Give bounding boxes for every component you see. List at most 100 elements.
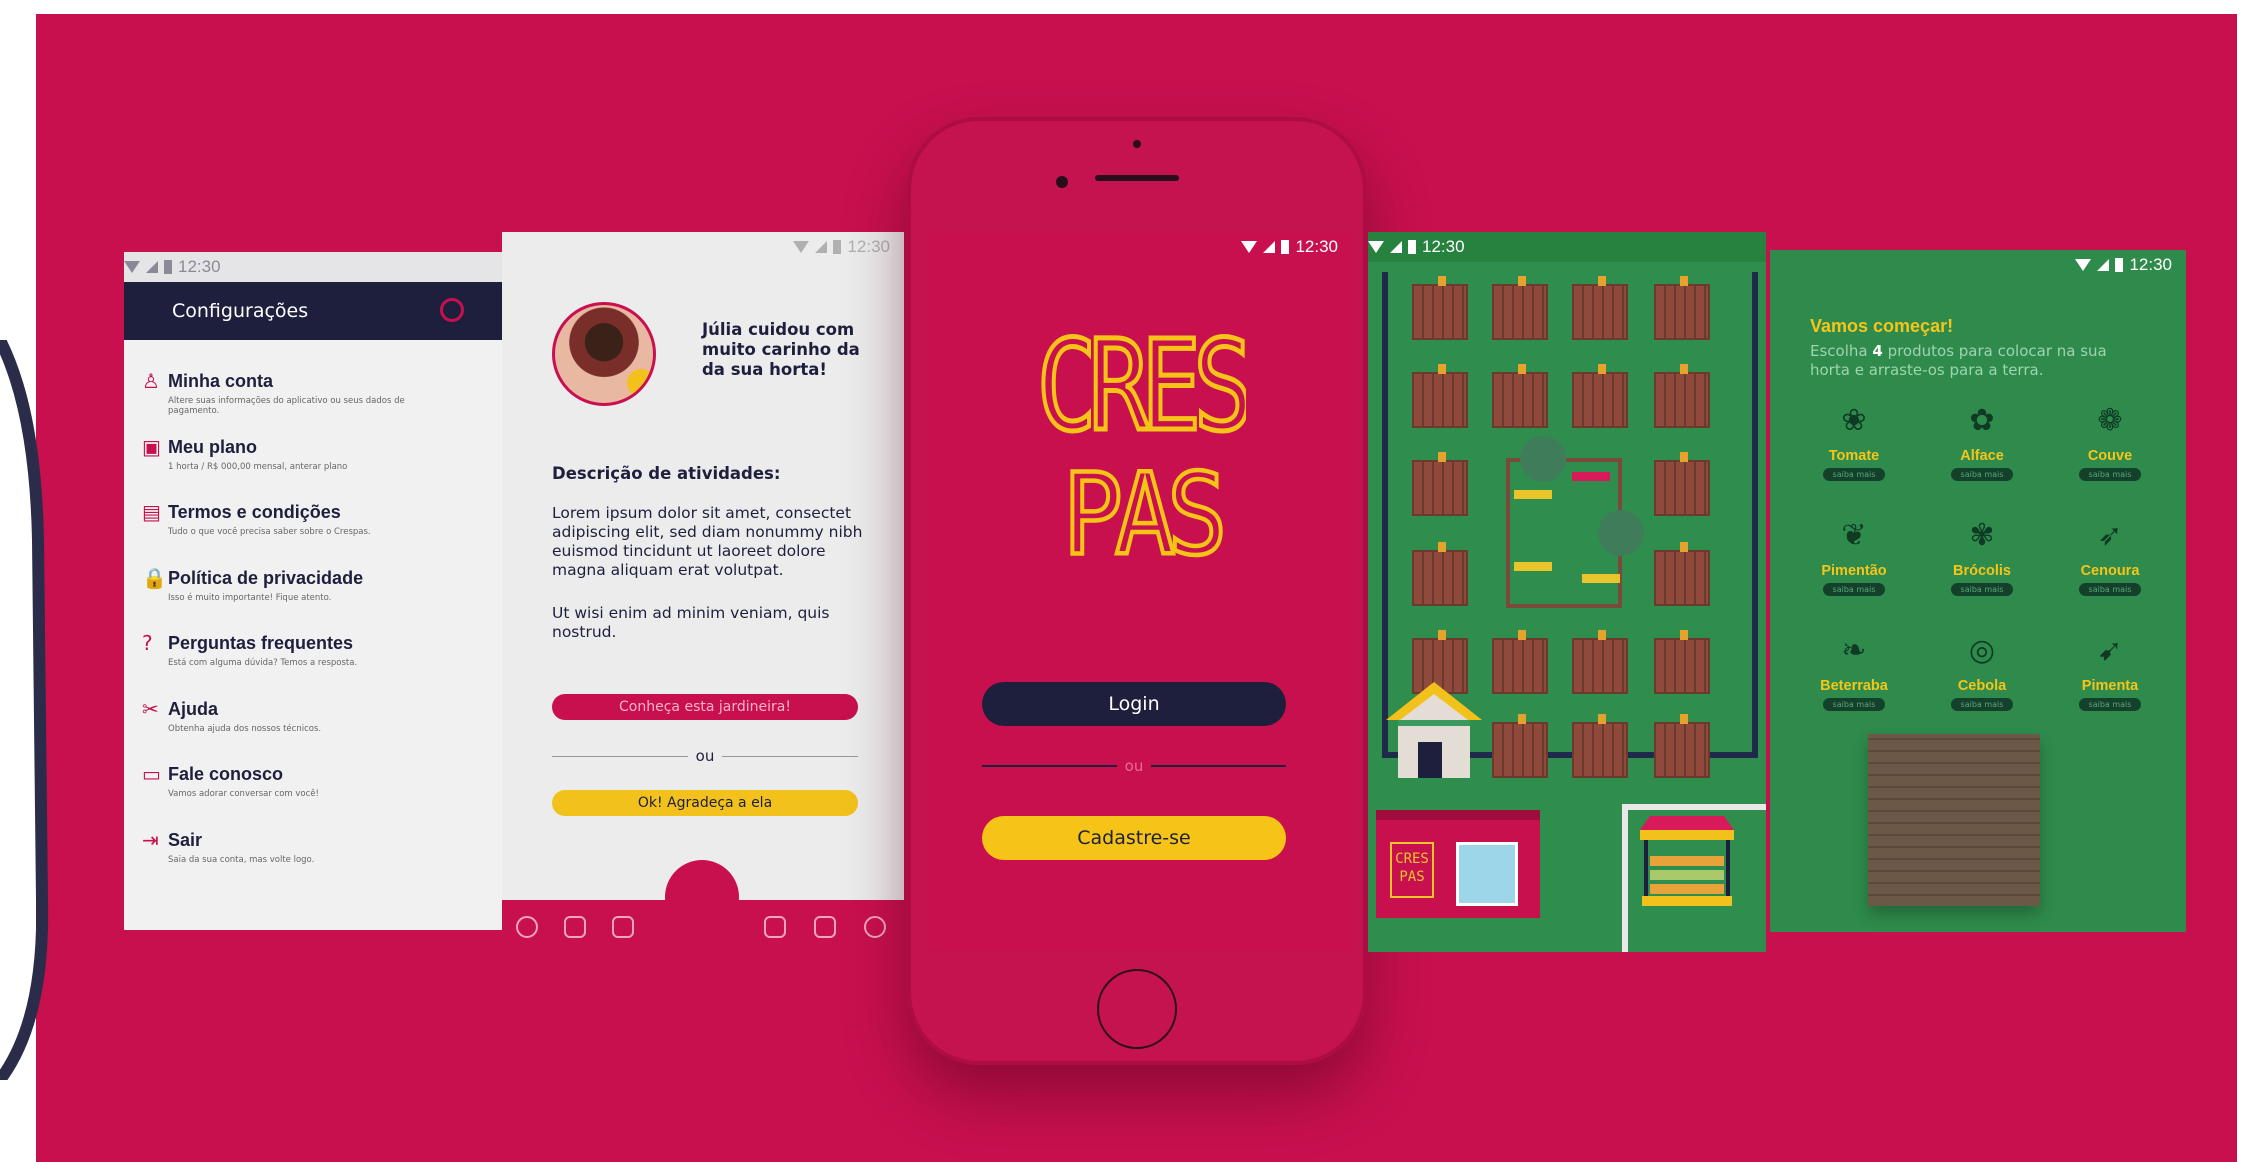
garden-bed[interactable] <box>1492 276 1548 340</box>
bell-icon[interactable] <box>764 916 786 938</box>
settings-item-title: Sair <box>168 829 203 850</box>
calendar-icon[interactable] <box>814 916 836 938</box>
settings-item-sair[interactable]: ⇥ Sair Saia da sua conta, mas volte logo… <box>142 829 488 895</box>
wifi-icon <box>124 261 140 273</box>
store-sign-line-2: PAS <box>1399 869 1425 885</box>
garden-bed[interactable] <box>1654 452 1710 516</box>
more-info-tag[interactable]: saiba mais <box>1950 468 2014 481</box>
settings-item-meu-plano[interactable]: ▣ Meu plano 1 horta / R$ 000,00 mensal, … <box>142 436 488 502</box>
garden-bed[interactable] <box>1654 714 1710 778</box>
product-couve[interactable]: ❁ Couve saiba mais <box>2046 398 2174 481</box>
bench-icon <box>1514 490 1552 499</box>
question-icon: ? <box>142 631 153 655</box>
soil-drop-zone[interactable] <box>1868 734 2040 906</box>
bench-icon <box>1514 562 1552 571</box>
product-pimenta[interactable]: ➹ Pimenta saiba mais <box>2046 628 2174 711</box>
status-bar: 12:30 <box>1368 232 1766 262</box>
product-name: Couve <box>2087 448 2133 464</box>
garden-bed[interactable] <box>1654 364 1710 428</box>
garden-bed[interactable] <box>1492 364 1548 428</box>
settings-screen: 12:30 Configurações ♙ Minha conta Altere… <box>124 252 502 930</box>
battery-icon <box>2115 258 2124 272</box>
status-time: 12:30 <box>847 237 890 256</box>
activities-title: Descrição de atividades: <box>552 464 781 483</box>
market-stall-icon[interactable] <box>1640 816 1734 908</box>
product-alface[interactable]: ✿ Alface saiba mais <box>1918 398 2046 481</box>
status-time: 12:30 <box>178 257 221 276</box>
product-name: Pimentão <box>1821 563 1887 579</box>
crespas-store[interactable]: CRES PAS <box>1376 810 1540 918</box>
signal-icon <box>1263 241 1276 253</box>
plant-icon[interactable] <box>564 916 586 938</box>
settings-item-subtitle: Vamos adorar conversar com você! <box>168 789 319 799</box>
garden-bed[interactable] <box>1412 364 1468 428</box>
profile-icon[interactable] <box>516 916 538 938</box>
or-divider: ou <box>552 747 858 765</box>
signal-icon <box>1390 241 1402 253</box>
thank-gardener-button[interactable]: Ok! Agradeça a ela <box>552 790 858 816</box>
status-bar: 12:30 <box>2075 250 2186 280</box>
logout-icon: ⇥ <box>142 827 159 852</box>
sidewalk <box>1622 804 1628 952</box>
signup-button[interactable]: Cadastre-se <box>982 816 1286 860</box>
choose-products-screen: 12:30 Vamos começar! Escolha 4 produtos … <box>1770 250 2186 932</box>
garden-bed[interactable] <box>1572 714 1628 778</box>
settings-icon[interactable] <box>864 916 886 938</box>
chili-icon: ➹ <box>2097 632 2123 668</box>
garden-bed[interactable] <box>1572 630 1628 694</box>
product-name: Alface <box>1960 448 2004 464</box>
meet-gardener-button[interactable]: Conheça esta jardineira! <box>552 694 858 720</box>
more-info-tag[interactable]: saiba mais <box>1822 698 1886 711</box>
settings-item-minha-conta[interactable]: ♙ Minha conta Altere suas informações do… <box>142 370 488 436</box>
more-info-tag[interactable]: saiba mais <box>2078 468 2142 481</box>
more-info-tag[interactable]: saiba mais <box>1950 698 2014 711</box>
document-icon: ▤ <box>142 500 161 524</box>
crespas-logo: CRES PAS <box>1036 314 1246 583</box>
garden-bed[interactable] <box>1412 542 1468 606</box>
home-button[interactable] <box>1097 969 1177 1049</box>
carrot-icon: ➶ <box>2097 517 2123 553</box>
bell-pepper-icon: ❦ <box>1841 517 1867 553</box>
product-brocolis[interactable]: ✾ Brócolis saiba mais <box>1918 513 2046 596</box>
garden-bed[interactable] <box>1412 276 1468 340</box>
garden-bed[interactable] <box>1654 630 1710 694</box>
garden-bed[interactable] <box>1492 714 1548 778</box>
login-screen: 12:30 CRES PAS Login ou Cadastre-se <box>930 232 1352 950</box>
product-name: Beterraba <box>1820 678 1888 694</box>
garden-bed[interactable] <box>1572 276 1628 340</box>
status-bar: 12:30 <box>793 232 904 262</box>
garden-bed[interactable] <box>1572 364 1628 428</box>
tools-icon: ✂ <box>142 696 159 721</box>
product-tomate[interactable]: ❀ Tomate saiba mais <box>1790 398 1918 481</box>
login-button[interactable]: Login <box>982 682 1286 726</box>
or-divider: ou <box>982 757 1286 775</box>
products-subtitle: Escolha 4 produtos para colocar na sua h… <box>1810 342 2110 380</box>
settings-item-subtitle: Obtenha ajuda dos nossos técnicos. <box>168 723 322 734</box>
beet-icon: ❧ <box>1841 632 1867 668</box>
product-cenoura[interactable]: ➶ Cenoura saiba mais <box>2046 513 2174 596</box>
settings-item-perguntas[interactable]: ? Perguntas frequentes Está com alguma d… <box>142 632 488 698</box>
settings-item-fale-conosco[interactable]: ▭ Fale conosco Vamos adorar conversar co… <box>142 763 488 829</box>
house-icon[interactable] <box>1384 680 1484 780</box>
gear-icon[interactable] <box>440 298 464 322</box>
settings-item-ajuda[interactable]: ✂ Ajuda Obtenha ajuda dos nossos técnico… <box>142 698 488 764</box>
sprout-icon[interactable] <box>612 916 634 938</box>
garden-bed[interactable] <box>1654 542 1710 606</box>
product-pimentao[interactable]: ❦ Pimentão saiba mais <box>1790 513 1918 596</box>
more-info-tag[interactable]: saiba mais <box>1822 468 1886 481</box>
more-info-tag[interactable]: saiba mais <box>2078 698 2142 711</box>
settings-item-termos[interactable]: ▤ Termos e condições Tudo o que você pre… <box>142 501 488 567</box>
settings-item-privacidade[interactable]: 🔒 Política de privacidade Isso é muito i… <box>142 567 488 633</box>
garden-bed[interactable] <box>1492 630 1548 694</box>
more-info-tag[interactable]: saiba mais <box>2078 583 2142 596</box>
settings-title: Configurações <box>172 300 309 322</box>
more-info-tag[interactable]: saiba mais <box>1950 583 2014 596</box>
gardener-avatar[interactable] <box>552 302 656 406</box>
settings-app-bar: Configurações <box>124 282 502 340</box>
product-cebola[interactable]: ◎ Cebola saiba mais <box>1918 628 2046 711</box>
feedback-headline: Júlia cuidou com muito carinho da da sua… <box>702 320 860 379</box>
garden-bed[interactable] <box>1654 276 1710 340</box>
product-beterraba[interactable]: ❧ Beterraba saiba mais <box>1790 628 1918 711</box>
garden-bed[interactable] <box>1412 452 1468 516</box>
more-info-tag[interactable]: saiba mais <box>1822 583 1886 596</box>
